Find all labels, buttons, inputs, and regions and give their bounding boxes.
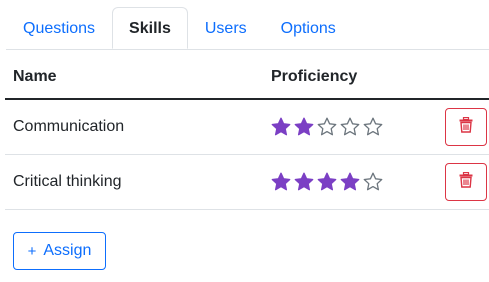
delete-button[interactable] — [445, 108, 487, 146]
tab-options[interactable]: Options — [264, 7, 353, 48]
assign-button[interactable]: + Assign — [13, 232, 106, 270]
star-filled-icon[interactable] — [271, 172, 291, 192]
star-filled-icon[interactable] — [317, 172, 337, 192]
skill-name: Critical thinking — [5, 154, 263, 210]
delete-button[interactable] — [445, 163, 487, 201]
table-row: Communication — [5, 99, 489, 155]
star-outline-icon[interactable] — [317, 117, 337, 137]
actions-column-header — [437, 56, 489, 100]
assign-button-label: Assign — [43, 242, 92, 259]
star-rating[interactable] — [271, 172, 437, 192]
table-row: Critical thinking — [5, 154, 489, 210]
star-filled-icon[interactable] — [340, 172, 360, 192]
tab-users[interactable]: Users — [188, 7, 264, 48]
proficiency-column-header: Proficiency — [263, 56, 437, 100]
star-filled-icon[interactable] — [271, 117, 291, 137]
star-outline-icon[interactable] — [363, 117, 383, 137]
star-outline-icon[interactable] — [340, 117, 360, 137]
plus-icon: + — [27, 242, 37, 260]
skill-name: Communication — [5, 99, 263, 155]
star-rating[interactable] — [271, 117, 437, 137]
star-outline-icon[interactable] — [363, 172, 383, 192]
proficiency-cell — [263, 99, 437, 155]
actions-cell — [437, 154, 489, 210]
table-header-row: Name Proficiency — [5, 56, 489, 100]
star-filled-icon[interactable] — [294, 117, 314, 137]
trash-icon — [459, 171, 473, 193]
name-column-header: Name — [5, 56, 263, 100]
skills-table: Name Proficiency Communication Critical … — [5, 56, 489, 210]
tab-bar: Questions Skills Users Options — [6, 7, 489, 50]
tab-skills[interactable]: Skills — [112, 7, 188, 49]
actions-cell — [437, 99, 489, 155]
star-filled-icon[interactable] — [294, 172, 314, 192]
tab-questions[interactable]: Questions — [6, 7, 112, 48]
trash-icon — [459, 116, 473, 138]
proficiency-cell — [263, 154, 437, 210]
